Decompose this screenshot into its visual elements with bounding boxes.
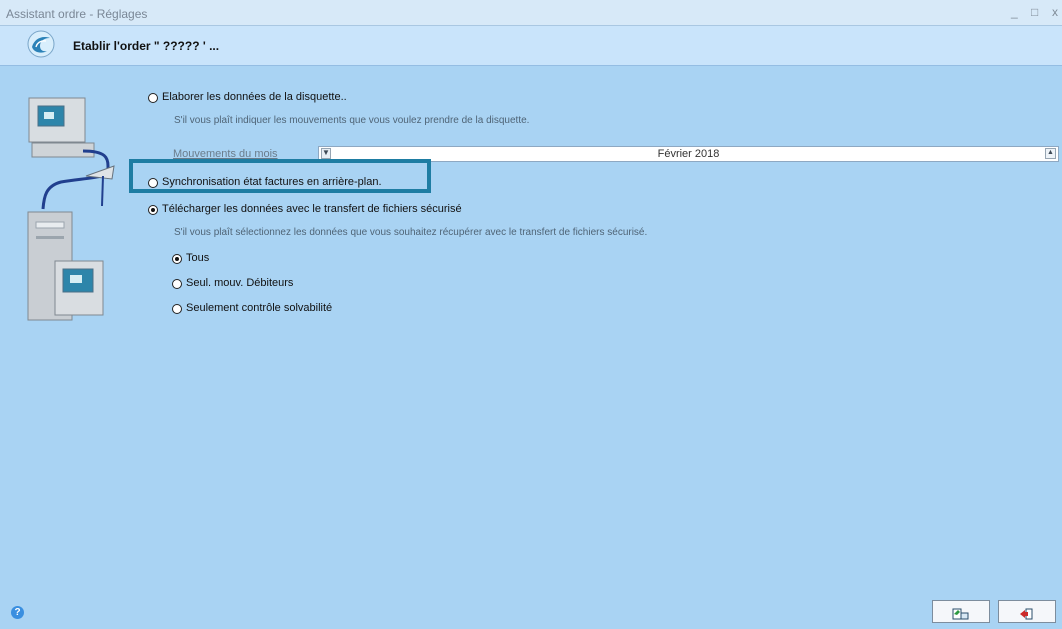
disk-option-label[interactable]: Elaborer les données de la disquette.. (162, 91, 347, 103)
sub-option-all-label[interactable]: Tous (186, 252, 209, 264)
sub-option-solvency-label[interactable]: Seulement contrôle solvabilité (186, 302, 332, 314)
wave-logo-icon (27, 30, 55, 58)
close-button[interactable]: x (1052, 5, 1058, 19)
sub-option-debtors-radio[interactable] (172, 279, 182, 289)
sub-option-solvency-radio[interactable] (172, 304, 182, 314)
page-title: Etablir l'order " ????? ' ... (73, 39, 220, 53)
download-option-label[interactable]: Télécharger les données avec le transfer… (162, 203, 462, 215)
window-title: Assistant ordre - Réglages (6, 7, 148, 21)
save-export-button[interactable] (932, 600, 990, 623)
disk-option-hint: S'il vous plaît indiquer les mouvements … (174, 115, 530, 126)
disk-option-radio[interactable] (148, 93, 158, 103)
download-option-hint: S'il vous plaît sélectionnez les données… (174, 227, 648, 238)
title-bar: Assistant ordre - Réglages _ □ x (0, 0, 1062, 26)
chevron-up-icon[interactable]: ▲ (1045, 148, 1056, 159)
sync-option-radio[interactable] (148, 178, 158, 188)
sub-option-debtors-label[interactable]: Seul. mouv. Débiteurs (186, 277, 293, 289)
sync-option-label[interactable]: Synchronisation état factures en arrière… (162, 176, 382, 188)
exit-button[interactable] (998, 600, 1056, 623)
network-illustration (27, 97, 115, 321)
minimize-button[interactable]: _ (1011, 5, 1018, 19)
window: Assistant ordre - Réglages _ □ x Etablir… (0, 0, 1062, 629)
help-icon[interactable]: ? (11, 606, 24, 619)
maximize-button[interactable]: □ (1031, 5, 1038, 19)
exit-icon (1020, 608, 1033, 619)
save-export-icon (952, 608, 969, 619)
sub-option-all-radio[interactable] (172, 254, 182, 264)
download-option-radio[interactable] (148, 205, 158, 215)
page-header: Etablir l'order " ????? ' ... (0, 26, 1062, 66)
